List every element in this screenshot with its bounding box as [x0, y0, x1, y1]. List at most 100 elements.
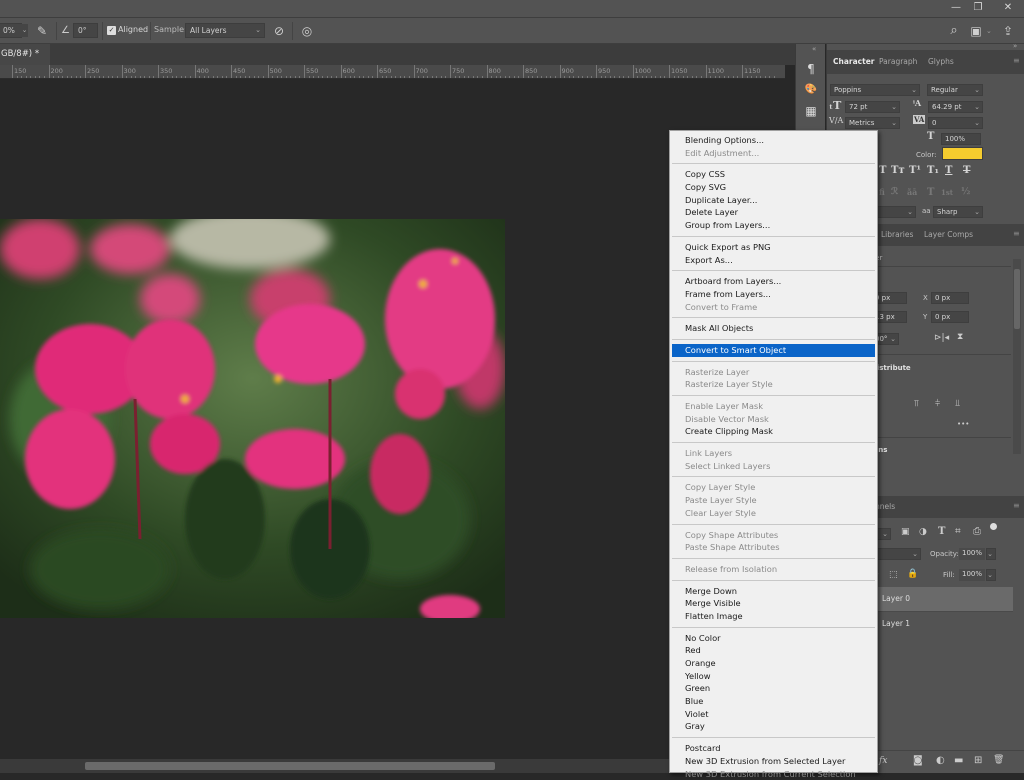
- menu-item-copy-svg[interactable]: Copy SVG: [670, 181, 877, 194]
- lock-all-icon[interactable]: 🔒: [907, 569, 918, 579]
- font-size-field[interactable]: 72 pt⌄: [845, 101, 900, 113]
- menu-item-yellow[interactable]: Yellow: [670, 670, 877, 683]
- faux-bold-icon[interactable]: T: [879, 165, 886, 176]
- menu-item-convert-to-smart-object[interactable]: Convert to Smart Object: [672, 344, 875, 357]
- stylistic-alternates-icon[interactable]: ãā: [907, 187, 917, 197]
- fill-field[interactable]: 100%: [959, 569, 985, 581]
- menu-item-blue[interactable]: Blue: [670, 695, 877, 708]
- horizontal-scale-field[interactable]: 100%: [941, 133, 981, 145]
- menu-item-copy-css[interactable]: Copy CSS: [670, 168, 877, 181]
- menu-item-violet[interactable]: Violet: [670, 708, 877, 721]
- titling-alternates-icon[interactable]: T: [927, 187, 934, 198]
- restore-button[interactable]: ❐: [966, 0, 990, 16]
- menu-item-duplicate-layer[interactable]: Duplicate Layer...: [670, 194, 877, 207]
- menu-item-gray[interactable]: Gray: [670, 720, 877, 733]
- expand-panels-icon[interactable]: »: [1013, 42, 1017, 50]
- trash-icon[interactable]: 🗑: [993, 755, 1004, 765]
- opacity-field[interactable]: 100%: [959, 548, 985, 560]
- menu-item-flatten-image[interactable]: Flatten Image: [670, 610, 877, 623]
- menu-item-red[interactable]: Red: [670, 644, 877, 657]
- workspace-icon[interactable]: ▣: [968, 23, 984, 39]
- menu-item-frame-from-layers[interactable]: Frame from Layers...: [670, 288, 877, 301]
- small-caps-icon[interactable]: Tт: [891, 165, 905, 176]
- properties-scrollbar[interactable]: [1013, 259, 1021, 454]
- filter-shape-icon[interactable]: ⌗: [955, 526, 961, 537]
- workspace-chevron-icon[interactable]: ⌄: [986, 27, 992, 35]
- collapse-panels-icon[interactable]: «: [812, 45, 816, 53]
- align-bottom-icon[interactable]: ⫫: [955, 399, 960, 409]
- menu-item-postcard[interactable]: Postcard: [670, 742, 877, 755]
- scrollbar-thumb[interactable]: [85, 762, 495, 770]
- ligature-icon[interactable]: fi: [879, 187, 885, 197]
- minimize-button[interactable]: —: [944, 0, 968, 16]
- adjustment-icon[interactable]: ◐: [936, 755, 945, 766]
- menu-item-export-as[interactable]: Export As...: [670, 254, 877, 267]
- blend-mode-dropdown[interactable]: ⌄: [871, 548, 921, 560]
- mask-icon[interactable]: ◙: [913, 755, 923, 766]
- menu-item-group-from-layers[interactable]: Group from Layers...: [670, 219, 877, 232]
- folder-icon[interactable]: ▬: [954, 755, 963, 766]
- scrollbar-thumb[interactable]: [1014, 269, 1020, 329]
- new-layer-icon[interactable]: ⊞: [974, 755, 982, 766]
- filter-toggle[interactable]: [990, 523, 997, 530]
- font-style-dropdown[interactable]: Regular⌄: [927, 84, 983, 96]
- tab-character[interactable]: Character: [833, 57, 874, 66]
- menu-item-delete-layer[interactable]: Delete Layer: [670, 206, 877, 219]
- align-vertical-center-icon[interactable]: ⫩: [935, 399, 940, 409]
- filter-adjustment-icon[interactable]: ◑: [919, 527, 927, 537]
- underline-icon[interactable]: T: [945, 165, 952, 176]
- filter-pixel-icon[interactable]: ▣: [901, 527, 910, 537]
- tab-libraries[interactable]: Libraries: [881, 230, 913, 239]
- fractions-icon[interactable]: ½: [961, 187, 970, 197]
- horizontal-scrollbar[interactable]: [0, 759, 680, 773]
- table-icon[interactable]: ▦: [802, 102, 820, 120]
- text-color-swatch[interactable]: [942, 147, 983, 160]
- ordinals-icon[interactable]: 1st: [941, 188, 953, 197]
- filter-type-icon[interactable]: T: [938, 526, 945, 537]
- tab-glyphs[interactable]: Glyphs: [928, 57, 954, 66]
- pressure-size-icon[interactable]: ◎: [299, 23, 315, 39]
- close-window-button[interactable]: ✕: [996, 0, 1020, 16]
- antialias-dropdown[interactable]: Sharp⌄: [933, 206, 983, 218]
- menu-item-merge-visible[interactable]: Merge Visible: [670, 597, 877, 610]
- menu-item-create-clipping-mask[interactable]: Create Clipping Mask: [670, 425, 877, 438]
- menu-item-orange[interactable]: Orange: [670, 657, 877, 670]
- strikethrough-icon[interactable]: T: [963, 165, 970, 176]
- opacity-field[interactable]: 0%: [0, 23, 22, 38]
- opacity-dropdown[interactable]: ⌄: [21, 24, 28, 37]
- menu-item-merge-down[interactable]: Merge Down: [670, 585, 877, 598]
- tracking-dropdown[interactable]: 0⌄: [928, 117, 983, 129]
- canvas-image[interactable]: [0, 219, 505, 618]
- flip-horizontal-icon[interactable]: ⊳|◂: [934, 333, 949, 343]
- panel-menu-icon[interactable]: ≡: [1013, 56, 1020, 65]
- menu-item-mask-all-objects[interactable]: Mask All Objects: [670, 322, 877, 335]
- tab-layer-comps[interactable]: Layer Comps: [924, 230, 973, 239]
- document-tab[interactable]: GB/8#) * ×: [0, 44, 50, 65]
- superscript-icon[interactable]: T¹: [909, 165, 921, 176]
- more-options-icon[interactable]: •••: [957, 420, 969, 428]
- menu-item-green[interactable]: Green: [670, 682, 877, 695]
- menu-item-artboard-from-layers[interactable]: Artboard from Layers...: [670, 275, 877, 288]
- leading-field[interactable]: 64.29 pt⌄: [928, 101, 983, 113]
- search-icon[interactable]: ⌕: [946, 23, 962, 39]
- panel-menu-icon[interactable]: ≡: [1013, 501, 1020, 510]
- sample-dropdown[interactable]: All Layers ⌄: [185, 23, 265, 38]
- panel-menu-icon[interactable]: ≡: [1013, 229, 1020, 238]
- x-field[interactable]: 0 px: [931, 292, 969, 304]
- menu-item-new-3d-extrusion-from-selected-layer[interactable]: New 3D Extrusion from Selected Layer: [670, 755, 877, 768]
- kerning-dropdown[interactable]: Metrics⌄: [845, 117, 900, 129]
- align-top-icon[interactable]: ⫪: [914, 399, 919, 409]
- opacity-dropdown[interactable]: ⌄: [986, 548, 996, 560]
- subscript-icon[interactable]: T₁: [927, 165, 939, 176]
- filter-smart-object-icon[interactable]: ⎙: [973, 526, 981, 537]
- flip-vertical-icon[interactable]: ⧗: [957, 332, 963, 342]
- font-family-dropdown[interactable]: Poppins⌄: [830, 84, 920, 96]
- menu-item-quick-export-as-png[interactable]: Quick Export as PNG: [670, 241, 877, 254]
- ignore-adjustment-layers-icon[interactable]: ⊘: [271, 23, 287, 39]
- fx-icon[interactable]: fx: [879, 756, 887, 766]
- y-field[interactable]: 0 px: [931, 311, 969, 323]
- fill-dropdown[interactable]: ⌄: [986, 569, 996, 581]
- tab-channels[interactable]: nnels: [875, 502, 895, 511]
- character-paragraph-icon[interactable]: ¶: [802, 60, 820, 78]
- aligned-checkbox[interactable]: ✓: [107, 26, 116, 35]
